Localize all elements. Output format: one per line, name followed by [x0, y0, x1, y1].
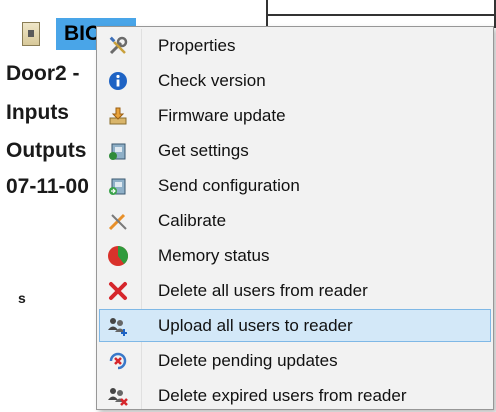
menu-item-send-configuration[interactable]: Send configuration	[99, 169, 491, 202]
tree-item-door[interactable]: Door2 -	[6, 62, 80, 86]
window-divider	[266, 14, 496, 16]
menu-item-properties[interactable]: Properties	[99, 29, 491, 62]
menu-item-label: Properties	[158, 36, 236, 55]
tree-item-inputs[interactable]: Inputs	[6, 101, 69, 125]
red-x-icon	[106, 280, 130, 302]
send-configuration-icon	[106, 175, 130, 197]
menu-item-label: Delete all users from reader	[158, 281, 368, 300]
menu-item-memory-status[interactable]: Memory status	[99, 239, 491, 272]
menu-item-label: Memory status	[158, 246, 270, 265]
menu-item-label: Check version	[158, 71, 266, 90]
tree-item-outputs[interactable]: Outputs	[6, 139, 86, 163]
truncated-label: s	[18, 290, 26, 306]
menu-item-upload-all-users[interactable]: Upload all users to reader	[99, 309, 491, 342]
delete-pending-icon	[106, 350, 130, 372]
menu-item-calibrate[interactable]: Calibrate	[99, 204, 491, 237]
menu-item-label: Get settings	[158, 141, 249, 160]
users-delete-icon	[106, 385, 130, 407]
calibrate-icon	[106, 210, 130, 232]
reader-device-icon	[22, 22, 40, 46]
wrench-screwdriver-icon	[106, 35, 130, 57]
tree-item-date[interactable]: 07-11-00	[6, 175, 89, 199]
menu-item-label: Firmware update	[158, 106, 286, 125]
menu-item-label: Delete expired users from reader	[158, 386, 407, 405]
firmware-update-icon	[106, 105, 130, 127]
menu-item-firmware-update[interactable]: Firmware update	[99, 99, 491, 132]
menu-item-get-settings[interactable]: Get settings	[99, 134, 491, 167]
menu-item-label: Calibrate	[158, 211, 227, 230]
menu-item-label: Upload all users to reader	[158, 316, 353, 335]
info-icon	[106, 70, 130, 92]
get-settings-icon	[106, 140, 130, 162]
context-menu: Properties Check version Firmware update	[96, 26, 494, 410]
pie-chart-icon	[106, 245, 130, 267]
menu-item-delete-pending-updates[interactable]: Delete pending updates	[99, 344, 491, 377]
users-upload-icon	[106, 315, 130, 337]
menu-item-delete-all-users[interactable]: Delete all users from reader	[99, 274, 491, 307]
menu-item-label: Delete pending updates	[158, 351, 338, 370]
menu-item-delete-expired-users[interactable]: Delete expired users from reader	[99, 379, 491, 412]
menu-item-check-version[interactable]: Check version	[99, 64, 491, 97]
menu-item-label: Send configuration	[158, 176, 300, 195]
